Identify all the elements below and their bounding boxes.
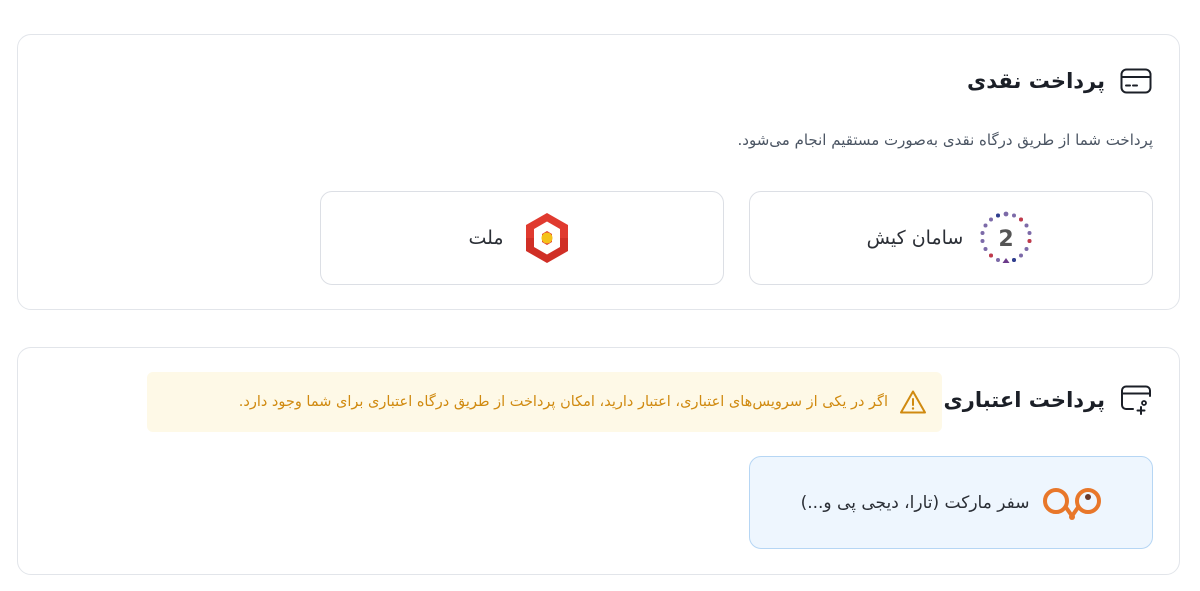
credit-payment-title: پرداخت اعتباری [943, 388, 1105, 412]
gateway-safar-market-label: سفر مارکت (تارا، دیجی پی و...) [800, 492, 1030, 513]
credit-notice-text: اگر در یکی از سرویس‌های اعتباری، اعتبار … [238, 394, 888, 410]
svg-text:2: 2 [999, 227, 1014, 252]
card-icon [1119, 66, 1153, 96]
credit-notice: اگر در یکی از سرویس‌های اعتباری، اعتبار … [147, 372, 942, 432]
card-add-icon [1119, 385, 1153, 415]
gateway-mellat-label: ملت [468, 227, 504, 249]
cash-payment-title: پرداخت نقدی [967, 69, 1105, 93]
mellat-logo [518, 209, 576, 267]
credit-payment-card: پرداخت اعتباری اگر در یکی از سرویس‌های ا… [17, 347, 1180, 575]
warning-icon [898, 387, 928, 417]
cash-payment-card: پرداخت نقدی پرداخت شما از طریق درگاه نقد… [17, 34, 1180, 310]
saman-kish-logo: 2 [977, 209, 1035, 267]
gateway-saman-kish-label: سامان کیش [866, 227, 964, 249]
credit-payment-header: پرداخت اعتباری [943, 385, 1153, 415]
gateway-safar-market-button[interactable]: سفر مارکت (تارا، دیجی پی و...) [749, 456, 1153, 549]
gateway-mellat-button[interactable]: ملت [320, 191, 724, 285]
safar-market-logo [1043, 474, 1102, 532]
cash-payment-description: پرداخت شما از طریق درگاه نقدی به‌صورت مس… [737, 131, 1154, 149]
gateway-saman-kish-button[interactable]: 2 سامان کیش [749, 191, 1153, 285]
cash-payment-header: پرداخت نقدی [967, 66, 1153, 96]
